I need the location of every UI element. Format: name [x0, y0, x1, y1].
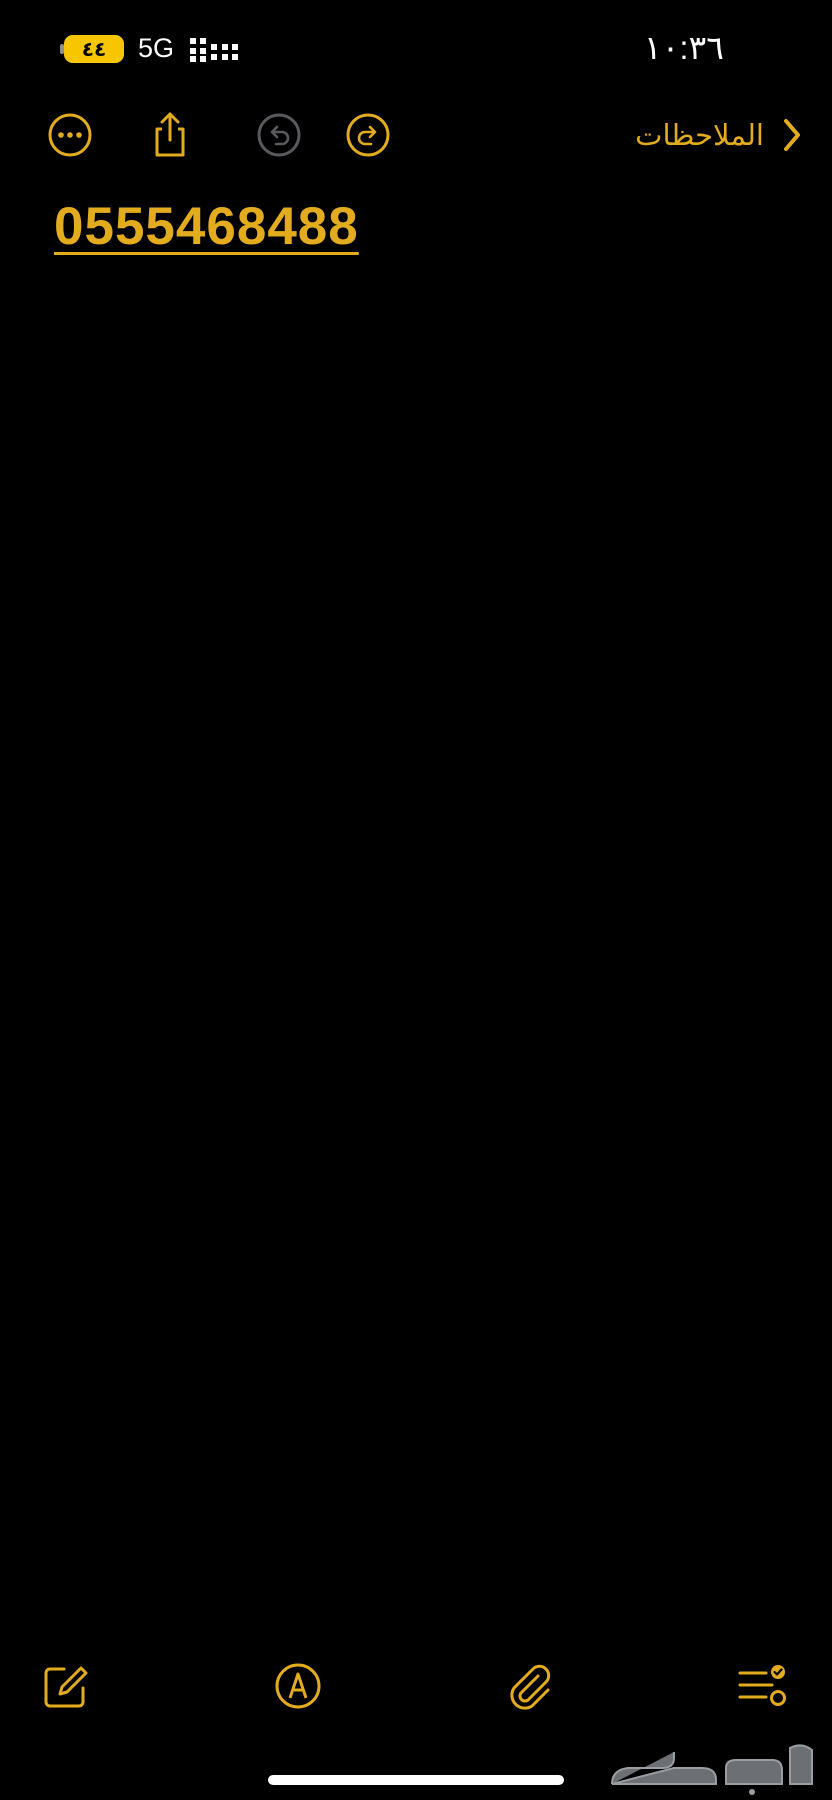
status-bar: ٤٤ 5G ١٠:٣٦	[0, 0, 832, 90]
haraj-watermark-logo	[602, 1740, 822, 1796]
network-type: 5G	[138, 33, 175, 63]
share-button[interactable]	[145, 110, 195, 160]
back-to-notes-button[interactable]: الملاحظات	[635, 110, 806, 160]
note-phone-number-link[interactable]: 0555468488	[54, 196, 359, 257]
chevron-left-icon	[778, 115, 806, 155]
notes-screen: ٤٤ 5G ١٠:٣٦ الملاحظات 0555468488	[0, 0, 832, 1800]
note-toolbar: الملاحظات	[0, 100, 832, 170]
status-time: ١٠:٣٦	[643, 29, 724, 66]
home-indicator[interactable]	[268, 1775, 564, 1785]
attachment-button[interactable]	[504, 1660, 556, 1712]
share-icon	[155, 112, 185, 157]
battery-percentage: ٤٤	[81, 38, 107, 61]
undo-button[interactable]	[254, 110, 304, 160]
more-button[interactable]	[45, 110, 95, 160]
markup-button[interactable]	[272, 1660, 324, 1712]
checklist-icon	[738, 1665, 786, 1706]
battery-icon: ٤٤	[64, 35, 124, 63]
redo-icon	[346, 113, 390, 157]
compose-icon	[44, 1666, 88, 1708]
markup-icon	[275, 1663, 321, 1709]
bottom-toolbar	[0, 1660, 832, 1720]
more-icon	[48, 113, 92, 157]
signal-strength-icon	[190, 38, 238, 62]
attachment-icon	[510, 1664, 551, 1710]
checklist-button[interactable]	[736, 1660, 788, 1712]
redo-button[interactable]	[343, 110, 393, 160]
battery-nub	[60, 44, 64, 54]
back-label: الملاحظات	[635, 119, 764, 152]
compose-button[interactable]	[40, 1660, 92, 1712]
undo-icon	[257, 113, 301, 157]
